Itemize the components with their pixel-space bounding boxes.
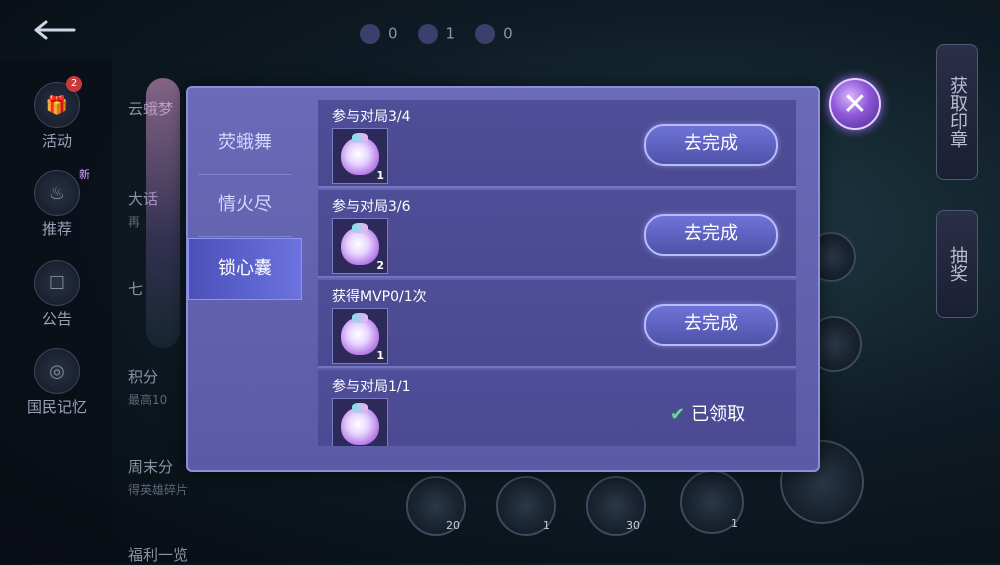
claimed-label: 已领取: [691, 404, 746, 425]
close-icon: ✕: [842, 86, 868, 122]
claimed-status: ✔ 已领取: [670, 400, 745, 426]
list-item-sub: 最高10: [128, 393, 168, 407]
item-count: 1: [376, 169, 384, 182]
rail-label: 国民记忆: [26, 398, 87, 416]
list-item[interactable]: 七: [128, 278, 143, 299]
left-rail: 🎁 2 活动 ♨ 新 推荐 ☐ 公告 ◎ 国民记忆: [0, 60, 112, 563]
reward-orb[interactable]: 20: [406, 476, 466, 536]
go-complete-button[interactable]: 去完成: [644, 214, 778, 256]
pouch-ribbon-icon: [352, 223, 368, 233]
tab-ying-e-wu[interactable]: 荧蛾舞: [188, 112, 302, 174]
reward-item[interactable]: 2: [332, 218, 388, 274]
list-item-title: 福利一览: [128, 546, 189, 564]
memory-icon: ◎: [34, 348, 80, 394]
tab-qing-huo-jin[interactable]: 情火尽: [188, 174, 302, 236]
pouch-ribbon-icon: [352, 403, 368, 413]
item-count: 2: [376, 259, 384, 272]
counter-value: 1: [445, 24, 456, 43]
task-title: 参与对局1/1: [332, 379, 411, 395]
pouch-counter: 0: [475, 24, 513, 44]
list-item-title: 积分: [128, 368, 159, 386]
butterfly-icon: [360, 24, 380, 44]
back-button[interactable]: [28, 16, 84, 44]
list-item[interactable]: 积分最高10: [128, 366, 167, 408]
notice-icon: ☐: [34, 260, 80, 306]
counter-value: 0: [388, 24, 398, 43]
list-item-sub: 得英雄碎片: [128, 483, 189, 497]
flame-icon: [417, 24, 438, 44]
notification-badge: 2: [66, 76, 82, 92]
orb-count: 1: [731, 517, 738, 530]
pouch-ribbon-icon: [352, 133, 368, 143]
pouch-ribbon-icon: [352, 313, 368, 323]
pouch-icon: [475, 24, 496, 44]
task-title: 参与对局3/6: [332, 199, 411, 215]
rail-item-notice[interactable]: ☐ 公告: [18, 260, 96, 329]
rail-item-memory[interactable]: ◎ 国民记忆: [18, 348, 96, 417]
back-arrow-icon: [34, 20, 76, 40]
go-complete-button[interactable]: 去完成: [644, 304, 778, 346]
orb-count: 1: [543, 519, 550, 532]
get-stamp-tab[interactable]: 获取印章: [936, 44, 978, 180]
task-list[interactable]: 参与对局3/4 1 去完成 参与对局3/6 2 去完成 获得MVP0/1次 1: [318, 100, 796, 446]
item-count: 1: [376, 349, 384, 362]
list-item[interactable]: 福利一览: [128, 544, 188, 565]
reward-item[interactable]: 1: [332, 128, 388, 184]
close-button[interactable]: ✕: [829, 78, 881, 130]
tab-suo-xin-nang[interactable]: 锁心囊: [188, 238, 302, 300]
rail-label: 推荐: [41, 220, 72, 238]
task-row: 参与对局3/6 2 去完成: [318, 190, 796, 278]
task-row: 参与对局1/1 ✔ 已领取: [318, 370, 796, 446]
new-badge: 新: [79, 168, 90, 181]
flame-counter: 1: [417, 24, 456, 44]
rail-label: 活动: [41, 132, 72, 150]
checkmark-icon: ✔: [670, 404, 686, 425]
task-dialog: 荧蛾舞 情火尽 锁心囊 参与对局3/4 1 去完成 参与对局3/6 2 去完成: [186, 86, 820, 472]
task-row: 参与对局3/4 1 去完成: [318, 100, 796, 188]
reward-orb[interactable]: 1: [496, 476, 556, 536]
reward-orb[interactable]: 30: [586, 476, 646, 536]
flame-icon: ♨: [34, 170, 80, 216]
lottery-tab[interactable]: 抽奖: [936, 210, 978, 318]
rail-label: 公告: [41, 310, 72, 328]
list-item[interactable]: 周末分 得英雄碎片: [128, 456, 188, 498]
currency-counters: 0 1 0: [360, 24, 513, 44]
list-item-title: 七: [128, 280, 144, 298]
counter-value: 0: [503, 24, 513, 43]
list-item-title: 周末分: [128, 458, 174, 476]
reward-orb[interactable]: 1: [680, 470, 744, 534]
dialog-tabs: 荧蛾舞 情火尽 锁心囊: [188, 88, 302, 470]
butterfly-counter: 0: [360, 24, 398, 44]
butterfly-ribbon-decoration: [146, 78, 180, 348]
reward-item[interactable]: [332, 398, 388, 446]
task-title: 参与对局3/4: [332, 109, 411, 125]
task-title: 获得MVP0/1次: [332, 289, 427, 305]
rail-item-recommend[interactable]: ♨ 新 推荐: [18, 168, 96, 239]
reward-item[interactable]: 1: [332, 308, 388, 364]
task-row: 获得MVP0/1次 1 去完成: [318, 280, 796, 368]
orb-count: 30: [626, 519, 640, 532]
rail-item-activity[interactable]: 🎁 2 活动: [18, 76, 96, 151]
go-complete-button[interactable]: 去完成: [644, 124, 778, 166]
tab-divider: [198, 236, 292, 237]
orb-count: 20: [446, 519, 460, 532]
